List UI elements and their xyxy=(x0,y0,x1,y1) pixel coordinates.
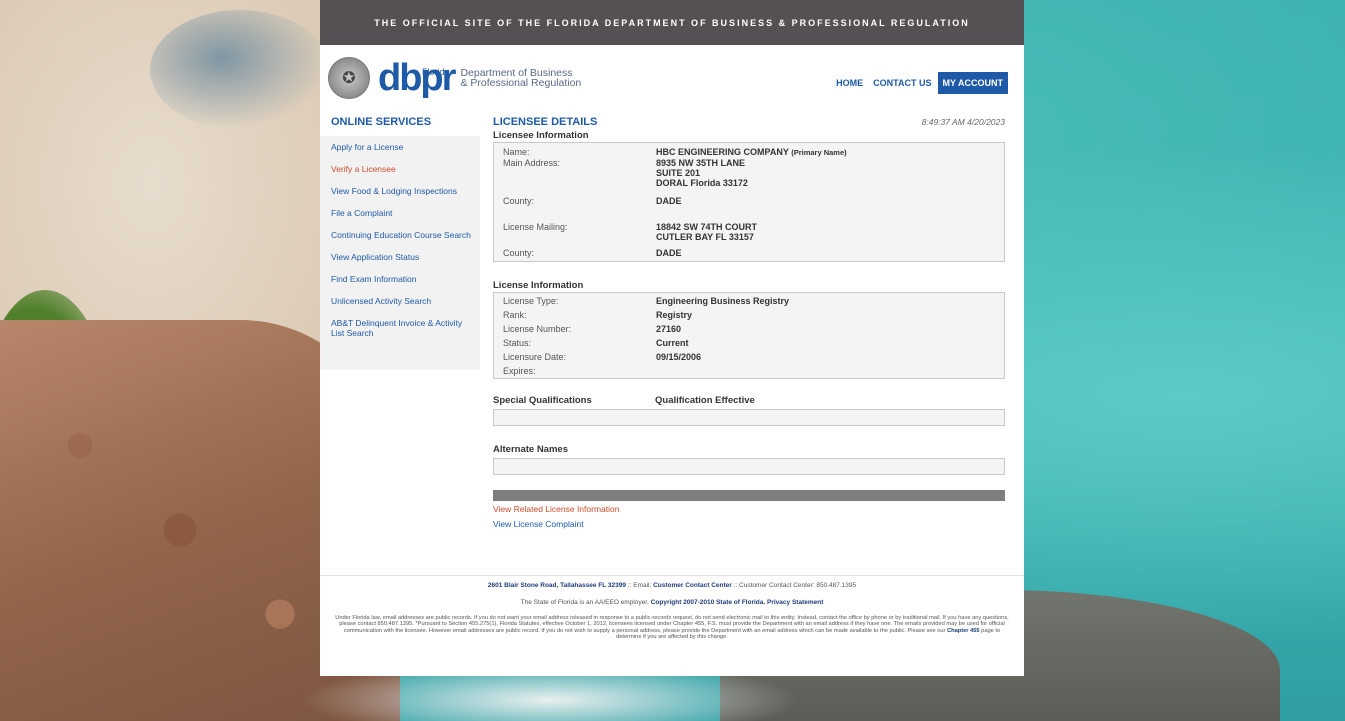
divider-bar xyxy=(493,490,1005,501)
alternate-names-heading: Alternate Names xyxy=(493,444,568,455)
name-suffix: (Primary Name) xyxy=(791,148,847,157)
licensee-info-heading: Licensee Information xyxy=(493,130,589,141)
sidebar-links: Apply for a License Verify a Licensee Vi… xyxy=(320,136,480,370)
banner-text: THE OFFICIAL SITE OF THE FLORIDA DEPARTM… xyxy=(374,17,970,28)
rank-value: Registry xyxy=(656,310,693,320)
county-mailing-label: County: xyxy=(503,248,535,258)
view-related-license-link[interactable]: View Related License Information xyxy=(493,504,1005,514)
license-mailing-line1: 18842 SW 74TH COURT xyxy=(656,222,758,232)
page-header: ✪ dbpr Florida Department of Business & … xyxy=(320,45,1024,107)
view-license-complaint-link[interactable]: View License Complaint xyxy=(493,519,1005,529)
site-banner: THE OFFICIAL SITE OF THE FLORIDA DEPARTM… xyxy=(320,0,1024,45)
row-county: County: DADE xyxy=(494,196,1004,206)
footer-address-link[interactable]: 2601 Blair Stone Road, Tallahassee FL 32… xyxy=(488,582,626,589)
main-address-value: 8935 NW 35TH LANE SUITE 201 DORAL Florid… xyxy=(656,158,748,188)
name-label: Name: xyxy=(503,147,530,157)
row-name: Name: HBC ENGINEERING COMPANY (Primary N… xyxy=(494,147,1004,158)
timestamp: 8:49:37 AM 4/20/2023 xyxy=(921,117,1005,127)
main-address-line1: 8935 NW 35TH LANE xyxy=(656,158,746,168)
expires-label: Expires: xyxy=(503,366,536,376)
status-label: Status: xyxy=(503,338,532,348)
county-mailing-value: DADE xyxy=(656,248,682,258)
row-main-address: Main Address: 8935 NW 35TH LANE SUITE 20… xyxy=(494,158,1004,188)
footer-email-link[interactable]: Customer Contact Center xyxy=(653,582,732,589)
sidebar: ONLINE SERVICES Apply for a License Veri… xyxy=(320,107,480,370)
license-mailing-line2: CUTLER BAY FL 33157 xyxy=(656,232,754,242)
license-type-label: License Type: xyxy=(503,296,559,306)
row-rank: Rank: Registry xyxy=(494,310,1004,320)
department-name: Department of Business & Professional Re… xyxy=(460,68,582,89)
footer-email-label: :: Email: xyxy=(626,582,654,589)
row-license-mailing: License Mailing: 18842 SW 74TH COURT CUT… xyxy=(494,222,1004,242)
sidebar-item-food-lodging[interactable]: View Food & Lodging Inspections xyxy=(320,186,480,196)
row-county-mailing: County: DADE xyxy=(494,248,1004,258)
page-footer: 2601 Blair Stone Road, Tallahassee FL 32… xyxy=(320,575,1024,641)
special-qualifications-label: Special Qualifications xyxy=(493,395,592,406)
nav-contact-link[interactable]: CONTACT US xyxy=(873,78,931,88)
footer-copyright-line: The State of Florida is an AA/EEO employ… xyxy=(320,599,1024,606)
background-surf xyxy=(150,10,330,130)
license-mailing-label: License Mailing: xyxy=(503,222,568,232)
footer-copyright-link[interactable]: Copyright 2007-2010 State of Florida. xyxy=(651,599,766,606)
name-value: HBC ENGINEERING COMPANY (Primary Name) xyxy=(656,147,847,158)
footer-privacy-link[interactable]: Privacy Statement xyxy=(767,599,823,606)
footer-eeo: The State of Florida is an AA/EEO employ… xyxy=(520,599,651,606)
special-qualifications-box xyxy=(493,409,1005,426)
sidebar-item-verify-licensee[interactable]: Verify a Licensee xyxy=(320,164,480,174)
main-address-label: Main Address: xyxy=(503,158,561,168)
sidebar-item-apply-license[interactable]: Apply for a License xyxy=(320,142,480,152)
footer-disclaimer-part1: Under Florida law, email addresses are p… xyxy=(335,615,1009,634)
sidebar-title: ONLINE SERVICES xyxy=(331,116,432,128)
footer-disclaimer: Under Florida law, email addresses are p… xyxy=(332,615,1012,641)
footer-contact-line: 2601 Blair Stone Road, Tallahassee FL 32… xyxy=(320,582,1024,589)
main-content: LICENSEE DETAILS 8:49:37 AM 4/20/2023 Li… xyxy=(493,107,1005,529)
sidebar-item-abt-delinquent[interactable]: AB&T Delinquent Invoice & Activity List … xyxy=(320,318,480,338)
sidebar-item-unlicensed-activity[interactable]: Unlicensed Activity Search xyxy=(320,296,480,306)
rank-label: Rank: xyxy=(503,310,527,320)
sidebar-item-file-complaint[interactable]: File a Complaint xyxy=(320,208,480,218)
name-value-text: HBC ENGINEERING COMPANY xyxy=(656,147,789,157)
county-value: DADE xyxy=(656,196,682,206)
top-navigation: HOME CONTACT US MY ACCOUNT xyxy=(826,72,1008,94)
alternate-names-box xyxy=(493,458,1005,475)
footer-contact-center: :: Customer Contact Center: 850.487.1395 xyxy=(731,582,857,589)
row-status: Status: Current xyxy=(494,338,1004,348)
status-value: Current xyxy=(656,338,689,348)
qualification-effective-label: Qualification Effective xyxy=(655,395,755,406)
special-qualifications-header: Special Qualifications Qualification Eff… xyxy=(493,395,1005,406)
license-info-heading: License Information xyxy=(493,280,584,291)
licensure-date-value: 09/15/2006 xyxy=(656,352,702,362)
state-seal-icon: ✪ xyxy=(328,57,370,99)
sidebar-item-exam-information[interactable]: Find Exam Information xyxy=(320,274,480,284)
sidebar-item-application-status[interactable]: View Application Status xyxy=(320,252,480,262)
row-expires: Expires: xyxy=(494,366,1004,376)
page-panel: THE OFFICIAL SITE OF THE FLORIDA DEPARTM… xyxy=(320,0,1024,676)
dbpr-logo[interactable]: ✪ dbpr Florida Department of Business & … xyxy=(328,57,581,99)
county-label: County: xyxy=(503,196,535,206)
logo-wordmark: dbpr Florida xyxy=(378,59,456,97)
license-type-value: Engineering Business Registry xyxy=(656,296,790,306)
license-info-box: License Type: Engineering Business Regis… xyxy=(493,292,1005,379)
license-mailing-value: 18842 SW 74TH COURT CUTLER BAY FL 33157 xyxy=(656,222,757,242)
logo-florida: Florida xyxy=(422,67,450,77)
sidebar-item-ce-course-search[interactable]: Continuing Education Course Search xyxy=(320,230,480,240)
licensure-date-label: Licensure Date: xyxy=(503,352,567,362)
department-name-line2: & Professional Regulation xyxy=(460,77,582,89)
main-address-line3: DORAL Florida 33172 xyxy=(656,178,748,188)
license-number-value: 27160 xyxy=(656,324,682,334)
licensee-info-box: Name: HBC ENGINEERING COMPANY (Primary N… xyxy=(493,142,1005,262)
license-number-label: License Number: xyxy=(503,324,572,334)
row-license-type: License Type: Engineering Business Regis… xyxy=(494,296,1004,306)
nav-my-account-button[interactable]: MY ACCOUNT xyxy=(937,72,1008,94)
nav-home-link[interactable]: HOME xyxy=(836,78,863,88)
row-licensure-date: Licensure Date: 09/15/2006 xyxy=(494,352,1004,362)
footer-chapter-455-link[interactable]: Chapter 455 xyxy=(947,628,980,634)
row-license-number: License Number: 27160 xyxy=(494,324,1004,334)
main-address-line2: SUITE 201 xyxy=(656,168,701,178)
